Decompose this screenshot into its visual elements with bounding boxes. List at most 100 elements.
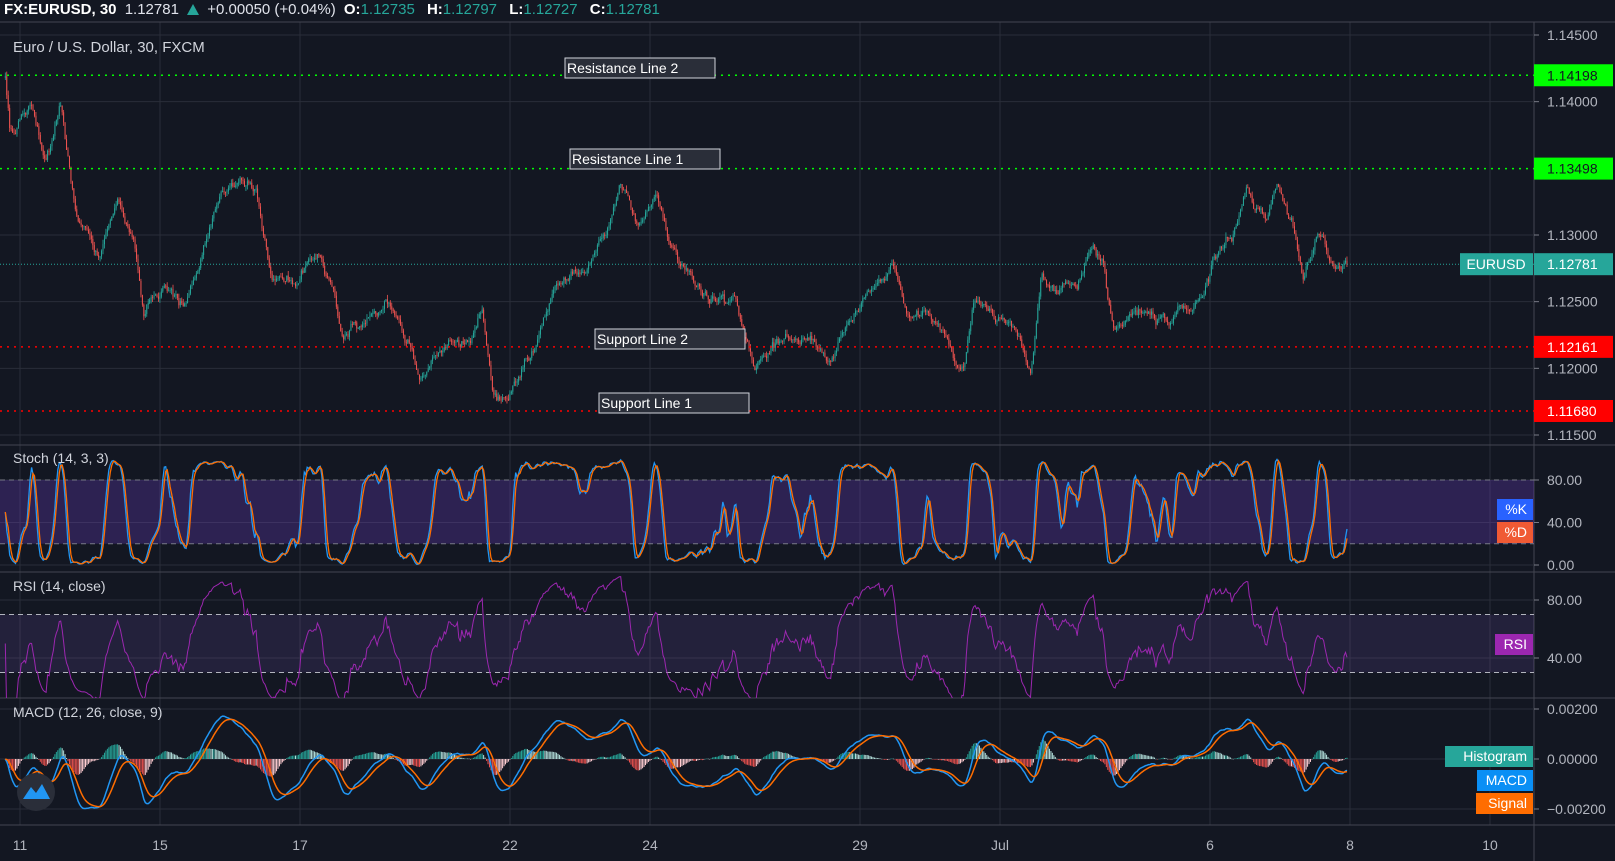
histogram-bar — [394, 759, 396, 760]
candle — [491, 375, 493, 392]
candle — [1062, 281, 1064, 293]
histogram-bar — [570, 759, 572, 761]
histogram-bar — [474, 756, 476, 759]
candle — [588, 261, 590, 274]
histogram-bar — [560, 756, 562, 759]
candle — [1003, 317, 1005, 324]
candle — [1275, 188, 1277, 194]
candle — [719, 292, 721, 304]
candle — [895, 265, 897, 276]
candle — [566, 279, 568, 285]
candle — [1219, 245, 1221, 255]
histogram-bar — [952, 759, 954, 764]
candle — [171, 287, 173, 295]
tradingview-logo-button[interactable] — [17, 773, 55, 811]
candle — [381, 309, 383, 314]
histogram-bar — [837, 756, 839, 759]
candle — [103, 234, 105, 249]
candle — [60, 102, 62, 107]
stoch-k-tag-text: %K — [1505, 501, 1527, 517]
candle — [54, 121, 56, 140]
candle — [1088, 249, 1090, 259]
histogram-bar — [1024, 759, 1026, 766]
histogram-bar — [1194, 757, 1196, 759]
line-label-box[interactable]: Support Line 2 — [594, 328, 746, 350]
candle — [1291, 215, 1293, 222]
histogram-bar — [742, 759, 744, 763]
candle — [1034, 335, 1036, 356]
histogram-bar — [688, 759, 690, 762]
histogram-bar — [1175, 756, 1177, 759]
candle — [798, 337, 800, 345]
candle — [716, 297, 718, 306]
candle — [551, 289, 553, 303]
line-label-box[interactable]: Support Line 1 — [598, 392, 750, 414]
histogram-bar — [92, 759, 94, 762]
histogram-bar — [105, 750, 107, 759]
candle — [561, 281, 563, 286]
histogram-bar — [860, 754, 862, 759]
candle — [694, 280, 696, 290]
candle — [1082, 271, 1084, 277]
candle — [637, 222, 639, 230]
histogram-bar — [1261, 759, 1263, 767]
candle — [973, 299, 975, 313]
candle — [1283, 198, 1285, 205]
histogram-bar — [414, 759, 416, 766]
histogram-bar — [423, 759, 425, 764]
histogram-bar — [477, 755, 479, 759]
histogram-bar — [306, 750, 308, 759]
candle — [537, 335, 539, 347]
candle — [190, 284, 192, 296]
candle — [290, 277, 292, 285]
candle — [232, 178, 234, 188]
ohlc-close-value: 1.12781 — [605, 1, 660, 18]
candle — [811, 331, 813, 345]
stoch-k-tag: %K — [1497, 499, 1533, 520]
histogram-bar — [523, 749, 525, 759]
histogram-bar — [646, 759, 648, 764]
candle — [445, 344, 447, 351]
histogram-bar — [561, 757, 563, 759]
candle — [488, 353, 490, 367]
candle — [1205, 282, 1207, 296]
histogram-bar — [381, 754, 383, 759]
histogram-bar — [1094, 755, 1096, 759]
ohlc-high-label: H: — [426, 1, 443, 18]
candle — [859, 304, 861, 314]
trading-chart[interactable]: 11 15 17 22 24 29 Jul 6 8 101.145001.140001.13000… — [0, 0, 1615, 861]
histogram-bar — [166, 751, 168, 759]
candle — [1140, 307, 1142, 318]
candle — [710, 295, 712, 305]
histogram-bar — [178, 756, 180, 759]
candle — [964, 362, 966, 371]
histogram-bar — [82, 759, 84, 772]
candle — [405, 339, 407, 348]
x-tick-label: 15 — [152, 837, 168, 853]
candle — [534, 347, 536, 354]
candle — [330, 277, 332, 285]
histogram-bar — [112, 744, 114, 759]
histogram-bar — [276, 759, 278, 772]
candle — [1232, 230, 1234, 246]
candle — [906, 305, 908, 317]
candle — [997, 314, 999, 322]
candle — [280, 272, 282, 278]
line-label-box[interactable]: Resistance Line 1 — [569, 148, 721, 170]
histogram-bar — [506, 759, 508, 763]
candle — [1177, 302, 1179, 315]
histogram-bar — [432, 753, 434, 759]
signal-tag-text: Signal — [1488, 795, 1527, 811]
candle — [601, 233, 603, 243]
histogram-bar — [661, 759, 663, 761]
line-label-box[interactable]: Resistance Line 2 — [564, 57, 716, 79]
candle — [894, 261, 896, 273]
histogram-bar — [725, 755, 727, 759]
line-label: Support Line 2 — [597, 331, 688, 347]
histogram-bar — [782, 752, 784, 759]
histogram-bar — [223, 753, 225, 759]
candle — [617, 192, 619, 202]
candle — [1035, 320, 1037, 340]
histogram-bar — [1028, 759, 1030, 767]
candle — [1206, 277, 1208, 288]
